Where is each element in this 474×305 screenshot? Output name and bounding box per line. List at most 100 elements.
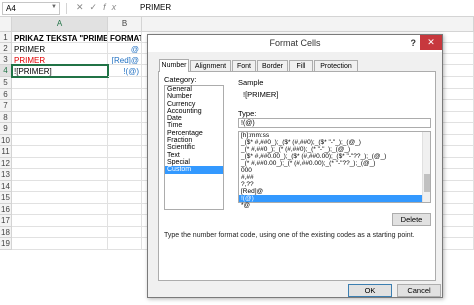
cell-b1[interactable]: FORMAT [108,32,142,43]
cell-a4[interactable]: ![PRIMER] [11,64,109,78]
category-item[interactable]: General [165,86,223,93]
cell-a3[interactable]: PRIMER [12,54,108,65]
row-header[interactable]: 19 [0,238,12,250]
format-code-list[interactable]: [h]:mm:ss _($* #,##0_);_($* (#,##0);_($* … [238,131,431,209]
row-header[interactable]: 7 [0,100,12,112]
empty-cell[interactable] [12,111,108,123]
cancel-button[interactable]: Cancel [397,284,441,297]
empty-cell[interactable] [12,146,108,158]
empty-cell[interactable] [12,203,108,215]
empty-cell[interactable] [12,180,108,192]
row-header[interactable]: 14 [0,180,12,192]
column-header-a[interactable]: A [12,17,108,32]
cell-a1[interactable]: PRIKAZ TEKSTA "PRIMER" [12,32,108,43]
category-item[interactable]: Scientific [165,144,223,151]
format-code-item[interactable]: *@ [239,202,423,209]
row-header[interactable]: 1 [0,32,12,43]
format-code-item[interactable]: [Red]@ [239,188,423,195]
type-input[interactable]: !(@) [238,118,431,128]
category-item[interactable]: Accounting [165,108,223,115]
format-code-item[interactable]: _($* #,##0.00_);_($* (#,##0.00);_($* "-"… [239,153,423,160]
category-item[interactable]: Number [165,93,223,100]
formula-input[interactable]: PRIMER [140,3,171,12]
empty-cell[interactable] [12,157,108,169]
empty-cell[interactable] [12,226,108,238]
row-header[interactable]: 4 [0,65,12,77]
empty-cell[interactable] [12,88,108,100]
cell-b3[interactable]: [Red]@ [108,54,142,65]
fx-icon[interactable]: fx [103,2,122,12]
scrollbar[interactable] [422,132,430,202]
row-header[interactable]: 3 [0,54,12,65]
category-item[interactable]: Date [165,115,223,122]
empty-cell[interactable] [12,123,108,135]
row-header[interactable]: 9 [0,123,12,135]
empty-cell[interactable] [108,134,142,146]
format-code-item[interactable]: #,## [239,174,423,181]
select-all-corner[interactable] [0,17,12,32]
ok-button[interactable]: OK [348,284,392,297]
row-header[interactable]: 13 [0,169,12,181]
cell-b2[interactable]: @ [108,43,142,54]
row-header[interactable]: 18 [0,226,12,238]
category-item[interactable]: Percentage [165,130,223,137]
category-item[interactable]: Fraction [165,137,223,144]
empty-cell[interactable] [108,111,142,123]
format-code-item[interactable]: _(* #,##0.00_);_(* (#,##0.00);_(* "-"??_… [239,160,423,167]
format-code-item[interactable]: !(@) [239,195,423,202]
category-item[interactable]: Time [165,122,223,129]
format-code-item[interactable]: _($* #,##0_);_($* (#,##0);_($* "-"_);_(@… [239,139,423,146]
empty-cell[interactable] [108,146,142,158]
tab-number[interactable]: Number [159,59,189,72]
column-header-b[interactable]: B [108,17,142,32]
empty-cell[interactable] [108,192,142,204]
empty-cell[interactable] [108,100,142,112]
category-item[interactable]: Custom [165,166,223,174]
format-code-item[interactable]: _(* #,##0_);_(* (#,##0);_(* "-"_);_(@_) [239,146,423,153]
delete-button[interactable]: Delete [392,213,431,226]
format-code-item[interactable]: [h]:mm:ss [239,132,423,139]
empty-cell[interactable] [12,169,108,181]
empty-cell[interactable] [108,180,142,192]
row-header[interactable]: 2 [0,43,12,54]
category-item[interactable]: Text [165,152,223,159]
enter-icon[interactable]: ✓ [90,2,104,12]
empty-cell[interactable] [12,77,108,89]
empty-cell[interactable] [108,169,142,181]
category-item[interactable]: Special [165,159,223,166]
cell-a2[interactable]: PRIMER [12,43,108,54]
row-header[interactable]: 6 [0,88,12,100]
row-header[interactable]: 11 [0,146,12,158]
row-header[interactable]: 12 [0,157,12,169]
name-box[interactable]: A4 ▼ [2,2,60,15]
empty-cell[interactable] [12,100,108,112]
category-item[interactable]: Currency [165,101,223,108]
empty-cell[interactable] [108,157,142,169]
empty-cell[interactable] [12,134,108,146]
empty-cell[interactable] [108,203,142,215]
empty-cell[interactable] [12,192,108,204]
row-header[interactable]: 17 [0,215,12,227]
help-icon[interactable]: ? [411,35,417,52]
cancel-icon[interactable]: ✕ [76,2,90,12]
format-code-item[interactable]: ?,?? [239,181,423,188]
chevron-down-icon[interactable]: ▼ [51,4,57,10]
row-header[interactable]: 8 [0,111,12,123]
empty-cell[interactable] [108,77,142,89]
empty-cell[interactable] [108,238,142,250]
empty-cell[interactable] [108,123,142,135]
row-header[interactable]: 10 [0,134,12,146]
cell-b4[interactable]: !(@) [108,65,142,77]
empty-cell[interactable] [12,215,108,227]
category-list[interactable]: General Number Currency Accounting Date Time P… [164,85,224,210]
empty-cell[interactable] [12,238,108,250]
row-header[interactable]: 16 [0,203,12,215]
format-code-item[interactable]: 000 [239,167,423,174]
empty-cell[interactable] [108,226,142,238]
empty-cell[interactable] [108,88,142,100]
row-header[interactable]: 15 [0,192,12,204]
scrollbar-thumb[interactable] [424,174,430,192]
close-icon[interactable]: ✕ [420,35,442,50]
empty-cell[interactable] [108,215,142,227]
dialog-title-bar[interactable]: Format Cells ? ✕ [148,35,442,52]
